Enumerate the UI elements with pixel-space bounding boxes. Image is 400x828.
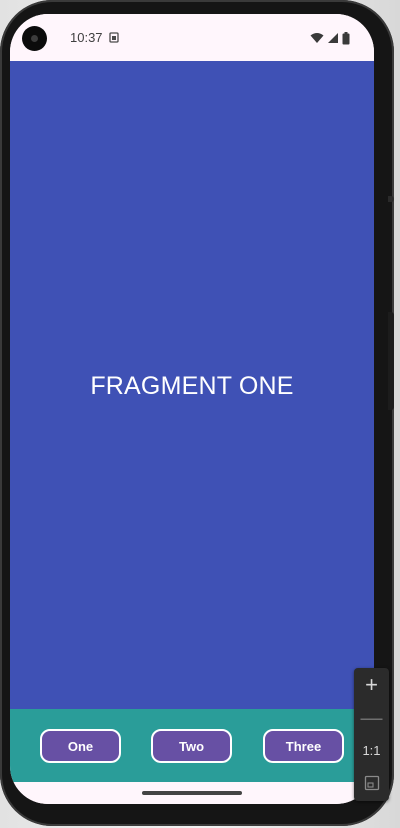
- device-screen: 10:37 FRAGMENT ONE One Two Three: [10, 14, 374, 804]
- fragment-title: FRAGMENT ONE: [90, 372, 294, 400]
- fit-screen-button[interactable]: [354, 768, 389, 798]
- button-three[interactable]: Three: [263, 729, 344, 763]
- sim-card-icon: [109, 32, 119, 43]
- signal-icon: [328, 33, 338, 43]
- zoom-out-button[interactable]: —: [354, 703, 389, 733]
- button-bar: One Two Three: [10, 709, 374, 782]
- button-one[interactable]: One: [40, 729, 121, 763]
- actual-size-button[interactable]: 1:1: [354, 735, 389, 765]
- status-icons: [310, 31, 350, 45]
- status-time: 10:37: [70, 30, 103, 45]
- fit-screen-icon: [364, 775, 379, 791]
- wifi-icon: [310, 33, 324, 43]
- emulator-page: 10:37 FRAGMENT ONE One Two Three + — 1:1: [0, 0, 400, 828]
- button-two[interactable]: Two: [151, 729, 232, 763]
- home-indicator[interactable]: [142, 791, 242, 795]
- device-frame: 10:37 FRAGMENT ONE One Two Three: [0, 0, 394, 826]
- zoom-in-button[interactable]: +: [354, 670, 389, 700]
- battery-icon: [342, 31, 350, 44]
- volume-rocker[interactable]: [388, 312, 394, 410]
- status-bar: 10:37: [10, 14, 374, 61]
- power-button[interactable]: [388, 196, 394, 202]
- gesture-nav-area: [10, 782, 374, 804]
- fragment-container: FRAGMENT ONE: [10, 61, 374, 709]
- zoom-toolbar: + — 1:1: [354, 668, 389, 801]
- front-camera: [22, 26, 47, 51]
